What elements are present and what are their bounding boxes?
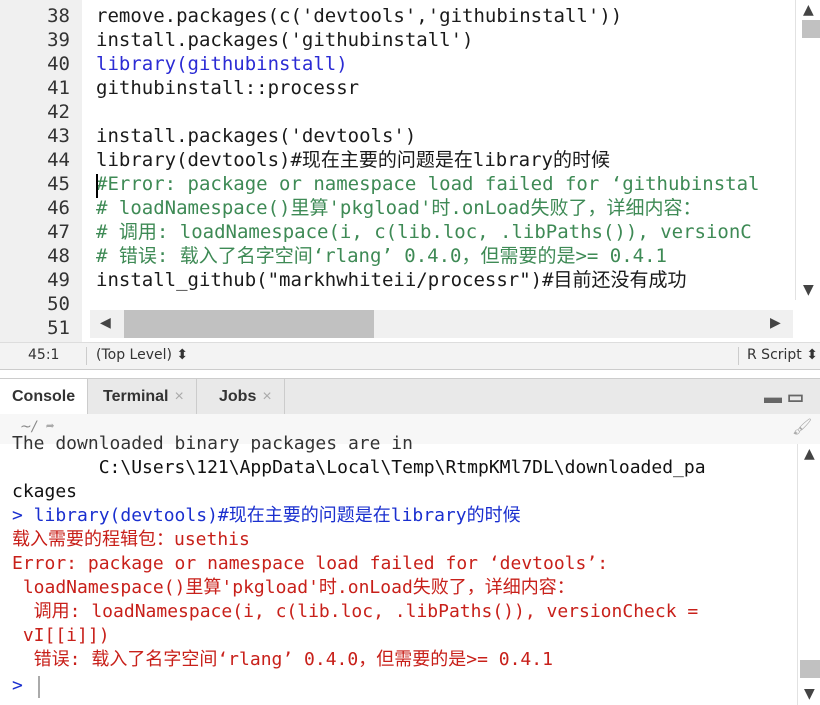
editor-vertical-scroll-thumb[interactable] xyxy=(802,20,820,38)
code-line[interactable]: githubinstall::processr xyxy=(96,76,359,100)
line-number: 44 xyxy=(47,149,70,171)
line-number: 47 xyxy=(47,221,70,243)
console-output-line: ckages xyxy=(12,481,78,502)
clear-console-icon[interactable]: 🖌 xyxy=(792,417,812,436)
line-number: 50 xyxy=(47,293,70,315)
line-number: 49 xyxy=(47,269,70,291)
tab-console[interactable]: Console xyxy=(0,379,89,415)
close-icon[interactable]: × xyxy=(175,388,184,405)
scroll-down-icon[interactable]: ▼ xyxy=(803,282,814,298)
tab-terminal[interactable]: Terminal × xyxy=(91,379,197,415)
scroll-up-icon[interactable]: ▲ xyxy=(804,446,815,462)
line-number: 42 xyxy=(47,101,70,123)
minimize-icon[interactable]: ▬ xyxy=(764,387,782,407)
console-error-line: vI[[i]]) xyxy=(12,625,110,646)
editor-horizontal-scroll-thumb[interactable] xyxy=(124,310,374,338)
maximize-icon[interactable]: ▭ xyxy=(787,387,804,407)
console-input-caret[interactable] xyxy=(38,676,40,698)
editor-status-bar: 45:1 (Top Level) ⬍ R Script ⬍ xyxy=(0,342,820,370)
divider xyxy=(86,347,87,365)
console-error-line: 错误: 载入了名字空间‘rlang’ 0.4.0，但需要的是>= 0.4.1 xyxy=(12,649,553,670)
scroll-up-icon[interactable]: ▲ xyxy=(803,2,814,18)
code-line[interactable]: # 错误: 载入了名字空间‘rlang’ 0.4.0，但需要的是>= 0.4.1 xyxy=(96,244,667,268)
console-input-line: > library(devtools)#现在主要的问题是在library的时候 xyxy=(12,505,521,526)
line-number: 45 xyxy=(47,173,70,195)
code-line[interactable]: remove.packages(c('devtools','githubinst… xyxy=(96,4,622,28)
code-line[interactable]: # loadNamespace()里算'pkgload'时.onLoad失败了，… xyxy=(96,196,702,220)
code-line[interactable]: #Error: package or namespace load failed… xyxy=(96,172,759,196)
line-number: 48 xyxy=(47,245,70,267)
scroll-down-icon[interactable]: ▼ xyxy=(804,686,815,702)
console-message-line: 载入需要的程辑包：usethis xyxy=(12,529,250,550)
console-vertical-scroll-thumb[interactable] xyxy=(800,660,820,678)
console-error-line: 调用: loadNamespace(i, c(lib.loc, .libPath… xyxy=(12,601,699,622)
tab-label: Terminal xyxy=(103,388,169,405)
scope-selector[interactable]: (Top Level) ⬍ xyxy=(96,347,188,363)
line-number: 41 xyxy=(47,77,70,99)
code-line[interactable]: install.packages('devtools') xyxy=(96,124,416,148)
line-number: 38 xyxy=(47,5,70,27)
console-output-line: C:\Users\121\AppData\Local\Temp\RtmpKMl7… xyxy=(12,457,706,478)
console-error-line: loadNamespace()里算'pkgload'时.onLoad失败了，详细… xyxy=(12,577,575,598)
code-line[interactable]: # 调用: loadNamespace(i, c(lib.loc, .libPa… xyxy=(96,220,752,244)
file-type-selector[interactable]: R Script ⬍ xyxy=(747,347,818,363)
console-pane[interactable]: ~/ ➦ 🖌 The downloaded binary packages ar… xyxy=(0,414,820,705)
line-number: 40 xyxy=(47,53,70,75)
close-icon[interactable]: × xyxy=(262,388,271,405)
text-cursor xyxy=(96,174,98,198)
tab-label: Jobs xyxy=(219,388,257,405)
pane-window-controls: ▬ ▭ xyxy=(764,387,804,408)
line-number-gutter: 38 39 40 41 42 43 44 45 46 47 48 49 50 5… xyxy=(0,0,82,342)
code-line[interactable]: install.packages('githubinstall') xyxy=(96,28,474,52)
divider xyxy=(738,347,739,365)
scroll-right-icon[interactable]: ▶ xyxy=(770,315,781,331)
console-tab-bar: Console Terminal × Jobs × ▬ ▭ xyxy=(0,378,820,415)
code-line[interactable]: install_github("markhwhiteii/processr")#… xyxy=(96,268,687,292)
line-number: 39 xyxy=(47,29,70,51)
editor-vertical-scrollbar[interactable] xyxy=(795,0,820,300)
tab-jobs[interactable]: Jobs × xyxy=(207,379,285,415)
source-editor[interactable]: 38 39 40 41 42 43 44 45 46 47 48 49 50 5… xyxy=(0,0,820,342)
line-number: 46 xyxy=(47,197,70,219)
tab-label: Console xyxy=(12,388,76,405)
cursor-position: 45:1 xyxy=(28,347,60,363)
code-line[interactable]: library(devtools)#现在主要的问题是在library的时候 xyxy=(96,148,610,172)
line-number: 51 xyxy=(47,317,70,339)
code-line[interactable]: library(githubinstall) xyxy=(96,52,348,76)
console-error-line: Error: package or namespace load failed … xyxy=(12,553,609,574)
console-prompt[interactable]: > xyxy=(12,674,23,698)
scroll-left-icon[interactable]: ◀ xyxy=(100,315,111,331)
line-number: 43 xyxy=(47,125,70,147)
console-output-line: The downloaded binary packages are in xyxy=(12,433,413,454)
